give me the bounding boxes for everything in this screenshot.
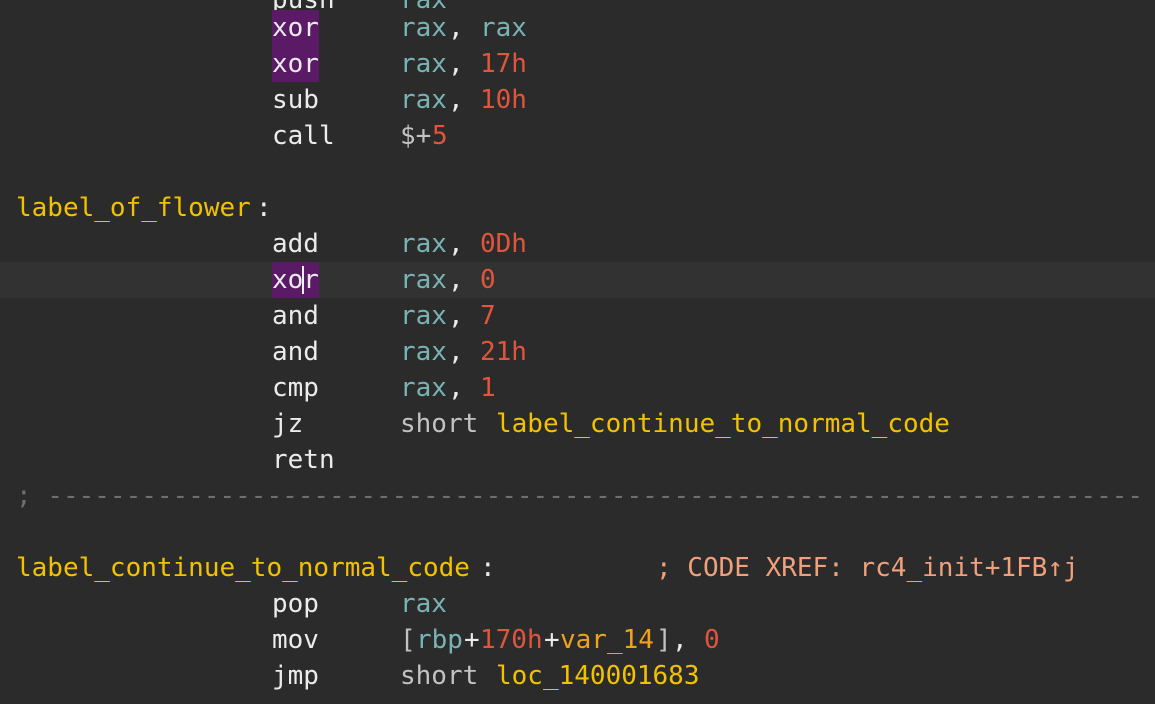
operand-register[interactable]: rax <box>400 226 447 262</box>
mnemonic[interactable]: pop <box>272 586 319 622</box>
mnemonic-highlighted[interactable]: xor <box>272 262 319 298</box>
stack-variable[interactable]: var_14 <box>560 622 654 658</box>
code-line[interactable]: jmp short loc_140001683 <box>0 658 1155 694</box>
separator-line: ; --------------------------------------… <box>0 478 1155 514</box>
operand-number[interactable]: 5 <box>432 118 448 154</box>
operand-register[interactable]: rax <box>400 262 447 298</box>
operand-number[interactable]: 17h <box>480 46 527 82</box>
operand-register[interactable]: rax <box>400 370 447 406</box>
operand-keyword: short <box>400 661 479 691</box>
code-line[interactable]: cmp rax , 1 <box>0 370 1155 406</box>
disassembly-view[interactable]: push rax xor rax , rax xor rax , 17h sub… <box>0 0 1155 704</box>
code-line[interactable]: xor rax , rax <box>0 10 1155 46</box>
mnemonic[interactable]: and <box>272 334 319 370</box>
operand-number[interactable]: 0 <box>704 622 720 658</box>
separator-comment: ; --------------------------------------… <box>16 481 1144 511</box>
operand-register[interactable]: rax <box>400 46 447 82</box>
mnemonic[interactable]: call <box>272 118 335 154</box>
xref-comment[interactable]: ; CODE XREF: rc4_init+1FB↑j <box>656 550 1079 586</box>
bracket-close: ] <box>656 625 672 655</box>
code-line[interactable]: and rax , 7 <box>0 298 1155 334</box>
code-line[interactable]: and rax , 21h <box>0 334 1155 370</box>
comma: , <box>448 229 480 259</box>
mnemonic-highlighted[interactable]: xor <box>272 46 319 82</box>
comma: , <box>448 265 480 295</box>
bracket-open: [ <box>400 625 416 655</box>
code-line[interactable]: retn <box>0 442 1155 478</box>
comma: , <box>448 85 480 115</box>
mnemonic[interactable]: retn <box>272 442 335 478</box>
mnemonic[interactable]: add <box>272 226 319 262</box>
comma: , <box>448 301 480 331</box>
operand-register[interactable]: rax <box>400 82 447 118</box>
operand-register[interactable]: rbp <box>416 622 463 658</box>
code-line[interactable]: add rax , 0Dh <box>0 226 1155 262</box>
comma: , <box>448 373 480 403</box>
comma: , <box>448 13 480 43</box>
mnemonic[interactable]: mov <box>272 622 319 658</box>
code-line[interactable]: jz short label_continue_to_normal_code <box>0 406 1155 442</box>
operand-number[interactable]: 170h <box>480 622 543 658</box>
operand-register[interactable]: rax <box>480 10 527 46</box>
operand-number[interactable]: 1 <box>480 370 496 406</box>
text-caret <box>302 266 304 294</box>
operand-current-address[interactable]: $+ <box>400 118 431 154</box>
operand-register[interactable]: rax <box>400 10 447 46</box>
current-code-line[interactable]: xor rax , 0 <box>0 262 1155 298</box>
operand-number[interactable]: 10h <box>480 82 527 118</box>
plus-sign: + <box>544 625 560 655</box>
mnemonic[interactable]: and <box>272 298 319 334</box>
comma: , <box>448 49 480 79</box>
label-line[interactable]: label_of_flower : <box>0 190 1155 226</box>
plus-sign: + <box>464 625 480 655</box>
mnemonic-highlighted[interactable]: xor <box>272 10 319 46</box>
mnemonic[interactable]: cmp <box>272 370 319 406</box>
comma: , <box>448 337 480 367</box>
operand-register[interactable]: rax <box>400 334 447 370</box>
operand-number[interactable]: 7 <box>480 298 496 334</box>
code-line[interactable]: sub rax , 10h <box>0 82 1155 118</box>
operand-register[interactable]: rax <box>400 298 447 334</box>
code-line[interactable]: mov [ rbp + 170h + var_14 ] , 0 <box>0 622 1155 658</box>
code-line[interactable]: pop rax <box>0 586 1155 622</box>
label-line[interactable]: label_continue_to_normal_code : ; CODE X… <box>0 550 1155 586</box>
mnemonic[interactable]: jmp <box>272 658 319 694</box>
operand-number[interactable]: 0 <box>480 262 496 298</box>
jump-target-link[interactable]: loc_140001683 <box>496 658 700 694</box>
jump-target-link[interactable]: label_continue_to_normal_code <box>496 406 950 442</box>
code-line[interactable]: call $+ 5 <box>0 118 1155 154</box>
code-label[interactable]: label_continue_to_normal_code <box>16 550 470 586</box>
label-colon: : <box>480 553 496 583</box>
code-line[interactable]: xor rax , 17h <box>0 46 1155 82</box>
operand-number[interactable]: 21h <box>480 334 527 370</box>
comma: , <box>672 625 704 655</box>
label-colon: : <box>256 193 272 223</box>
operand-number[interactable]: 0Dh <box>480 226 527 262</box>
operand-keyword: short <box>400 409 479 439</box>
mnemonic[interactable]: sub <box>272 82 319 118</box>
mnemonic[interactable]: jz <box>272 406 303 442</box>
code-label[interactable]: label_of_flower <box>16 190 251 226</box>
operand-register[interactable]: rax <box>400 586 447 622</box>
